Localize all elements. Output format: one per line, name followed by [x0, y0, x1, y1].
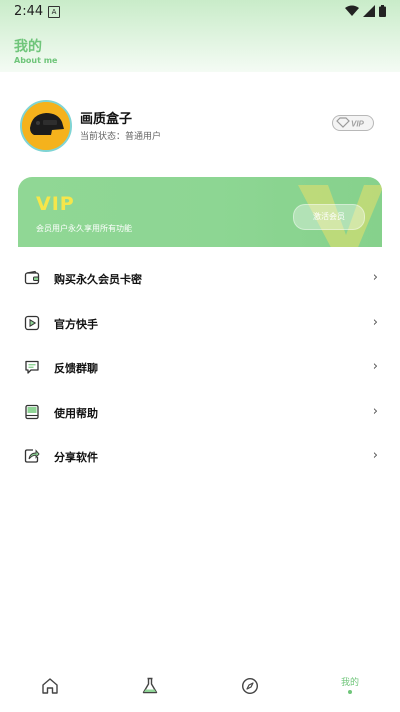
battery-icon [379, 5, 386, 17]
chevron-right-icon: › [372, 403, 378, 419]
diamond-icon: VIP [332, 115, 374, 131]
compass-icon [241, 677, 259, 695]
flask-icon [142, 677, 158, 694]
username: 画质盒子 [80, 112, 133, 127]
nav-item-home[interactable] [0, 665, 100, 712]
nav-item-me[interactable]: 我的 [300, 665, 400, 712]
profile-section[interactable]: 画质盒子 当前状态：普通用户 VIP [0, 96, 400, 156]
nav-item-discover[interactable] [200, 665, 300, 712]
activate-membership-button[interactable]: 激活会员 [293, 204, 365, 230]
menu-item-share-app[interactable]: 分享软件 › [0, 435, 400, 480]
signal-icon [363, 5, 375, 17]
menu-list: 购买永久会员卡密 › 官方快手 › 反馈群聊 › 使用帮助 › 分享软件 › [0, 257, 400, 480]
wifi-icon [345, 5, 359, 16]
chevron-right-icon: › [372, 448, 378, 463]
active-indicator-dot [348, 690, 352, 694]
menu-item-label: 官方快手 [54, 317, 98, 331]
menu-item-label: 分享软件 [54, 451, 98, 464]
menu-item-official-kuaishou[interactable]: 官方快手 › [0, 302, 400, 347]
status-bar: 2:44 A [0, 0, 400, 24]
helmet-avatar-icon [22, 102, 70, 150]
home-icon [42, 678, 58, 694]
vip-card-title: VIP [36, 193, 75, 215]
page-subtitle: About me [14, 56, 58, 65]
nav-item-me-label: 我的 [340, 678, 359, 688]
notification-icon: A [48, 6, 60, 18]
share-icon [24, 449, 40, 463]
status-time: 2:44 [14, 4, 44, 19]
user-status: 当前状态：普通用户 [80, 132, 162, 142]
menu-item-help[interactable]: 使用帮助 › [0, 391, 400, 436]
vip-badge-text: VIP [351, 120, 365, 129]
vip-card[interactable]: VIP 会员用户永久享用所有功能 激活会员 [18, 177, 382, 247]
menu-item-label: 反馈群聊 [54, 362, 98, 375]
menu-item-buy-membership[interactable]: 购买永久会员卡密 › [0, 257, 400, 302]
video-play-icon [24, 315, 40, 330]
status-icons [345, 5, 386, 17]
book-icon [25, 404, 39, 419]
menu-item-label: 购买永久会员卡密 [54, 273, 142, 286]
avatar[interactable] [20, 100, 72, 152]
nav-item-lab[interactable] [100, 665, 200, 712]
vip-card-description: 会员用户永久享用所有功能 [36, 224, 132, 233]
wallet-icon [24, 270, 40, 285]
menu-item-label: 使用帮助 [54, 406, 98, 420]
bottom-nav: 我的 [0, 665, 400, 712]
chevron-right-icon: › [372, 270, 378, 285]
chat-icon [25, 360, 39, 374]
vip-badge: VIP [332, 115, 374, 131]
menu-item-feedback-group[interactable]: 反馈群聊 › [0, 346, 400, 391]
chevron-right-icon: › [372, 359, 378, 374]
chevron-right-icon: › [372, 314, 378, 330]
page-title: 我的 [14, 39, 42, 55]
